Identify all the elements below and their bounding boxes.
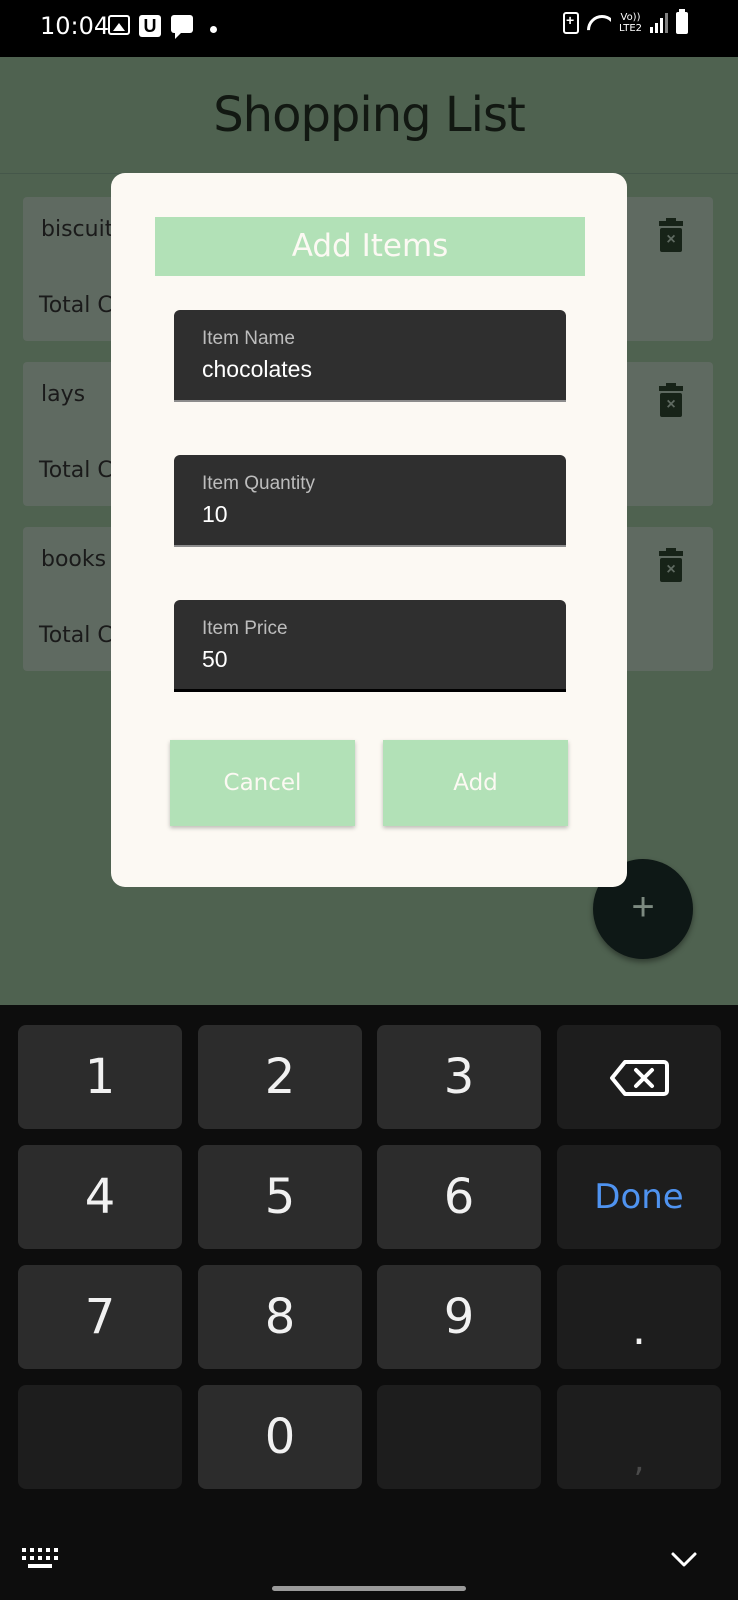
delete-icon[interactable]: × bbox=[659, 383, 683, 418]
key-0[interactable]: 0 bbox=[198, 1385, 362, 1489]
volte-indicator: Vo)) LTE2 bbox=[619, 12, 642, 34]
page-title: Shopping List bbox=[213, 87, 526, 143]
app-header: Shopping List bbox=[0, 57, 738, 174]
key-4[interactable]: 4 bbox=[18, 1145, 182, 1249]
key-7[interactable]: 7 bbox=[18, 1265, 182, 1369]
status-bar: 10:04 U Vo)) LTE2 bbox=[0, 0, 738, 57]
item-name-label: Item Name bbox=[202, 328, 295, 349]
item-quantity-field[interactable]: Item Quantity 10 bbox=[174, 455, 566, 547]
backspace-key[interactable] bbox=[557, 1025, 721, 1129]
item-price-field[interactable]: Item Price 50 bbox=[174, 600, 566, 692]
key-1[interactable]: 1 bbox=[18, 1025, 182, 1129]
empty-key bbox=[377, 1385, 541, 1489]
delete-icon[interactable]: × bbox=[659, 218, 683, 253]
key-2[interactable]: 2 bbox=[198, 1025, 362, 1129]
battery-saver-icon bbox=[563, 12, 580, 34]
done-key[interactable]: Done bbox=[557, 1145, 721, 1249]
key-8[interactable]: 8 bbox=[198, 1265, 362, 1369]
lte-label: LTE2 bbox=[619, 23, 642, 34]
keyboard-switch-icon[interactable] bbox=[22, 1548, 58, 1568]
dialog-title: Add Items bbox=[155, 217, 585, 276]
item-quantity-value: 10 bbox=[202, 501, 228, 527]
message-icon bbox=[171, 15, 193, 39]
item-price-label: Item Price bbox=[202, 618, 288, 639]
comma-key[interactable]: , bbox=[557, 1385, 721, 1489]
hide-keyboard-icon[interactable] bbox=[670, 1545, 698, 1573]
period-key[interactable]: . bbox=[557, 1265, 721, 1369]
battery-icon bbox=[676, 9, 688, 34]
key-3[interactable]: 3 bbox=[377, 1025, 541, 1129]
delete-icon[interactable]: × bbox=[659, 548, 683, 583]
app-u-icon: U bbox=[139, 15, 161, 37]
add-button[interactable]: Add bbox=[383, 740, 568, 826]
item-name-field[interactable]: Item Name chocolates bbox=[174, 310, 566, 402]
cancel-button[interactable]: Cancel bbox=[170, 740, 355, 826]
item-name: lays bbox=[41, 382, 86, 407]
volte-label: Vo)) bbox=[620, 12, 641, 23]
add-items-dialog: Add Items Item Name chocolates Item Quan… bbox=[111, 173, 627, 887]
key-6[interactable]: 6 bbox=[377, 1145, 541, 1249]
item-name-value: chocolates bbox=[202, 356, 312, 382]
app-screen: Shopping List biscuits Total Co × lays T… bbox=[0, 57, 738, 1005]
item-name: books bbox=[41, 547, 107, 572]
gesture-nav-bar[interactable] bbox=[272, 1586, 466, 1591]
wifi-icon bbox=[587, 13, 611, 33]
notification-dot-icon bbox=[210, 26, 217, 33]
gallery-icon bbox=[108, 15, 130, 35]
status-time: 10:04 bbox=[40, 12, 110, 40]
key-9[interactable]: 9 bbox=[377, 1265, 541, 1369]
signal-icon bbox=[650, 13, 668, 33]
backspace-icon bbox=[610, 1060, 669, 1096]
empty-key bbox=[18, 1385, 182, 1489]
key-5[interactable]: 5 bbox=[198, 1145, 362, 1249]
item-price-value: 50 bbox=[202, 646, 228, 672]
numeric-keyboard: 1 2 3 4 5 6 Done 7 8 9 . 0 , bbox=[0, 1005, 738, 1600]
item-quantity-label: Item Quantity bbox=[202, 473, 315, 494]
